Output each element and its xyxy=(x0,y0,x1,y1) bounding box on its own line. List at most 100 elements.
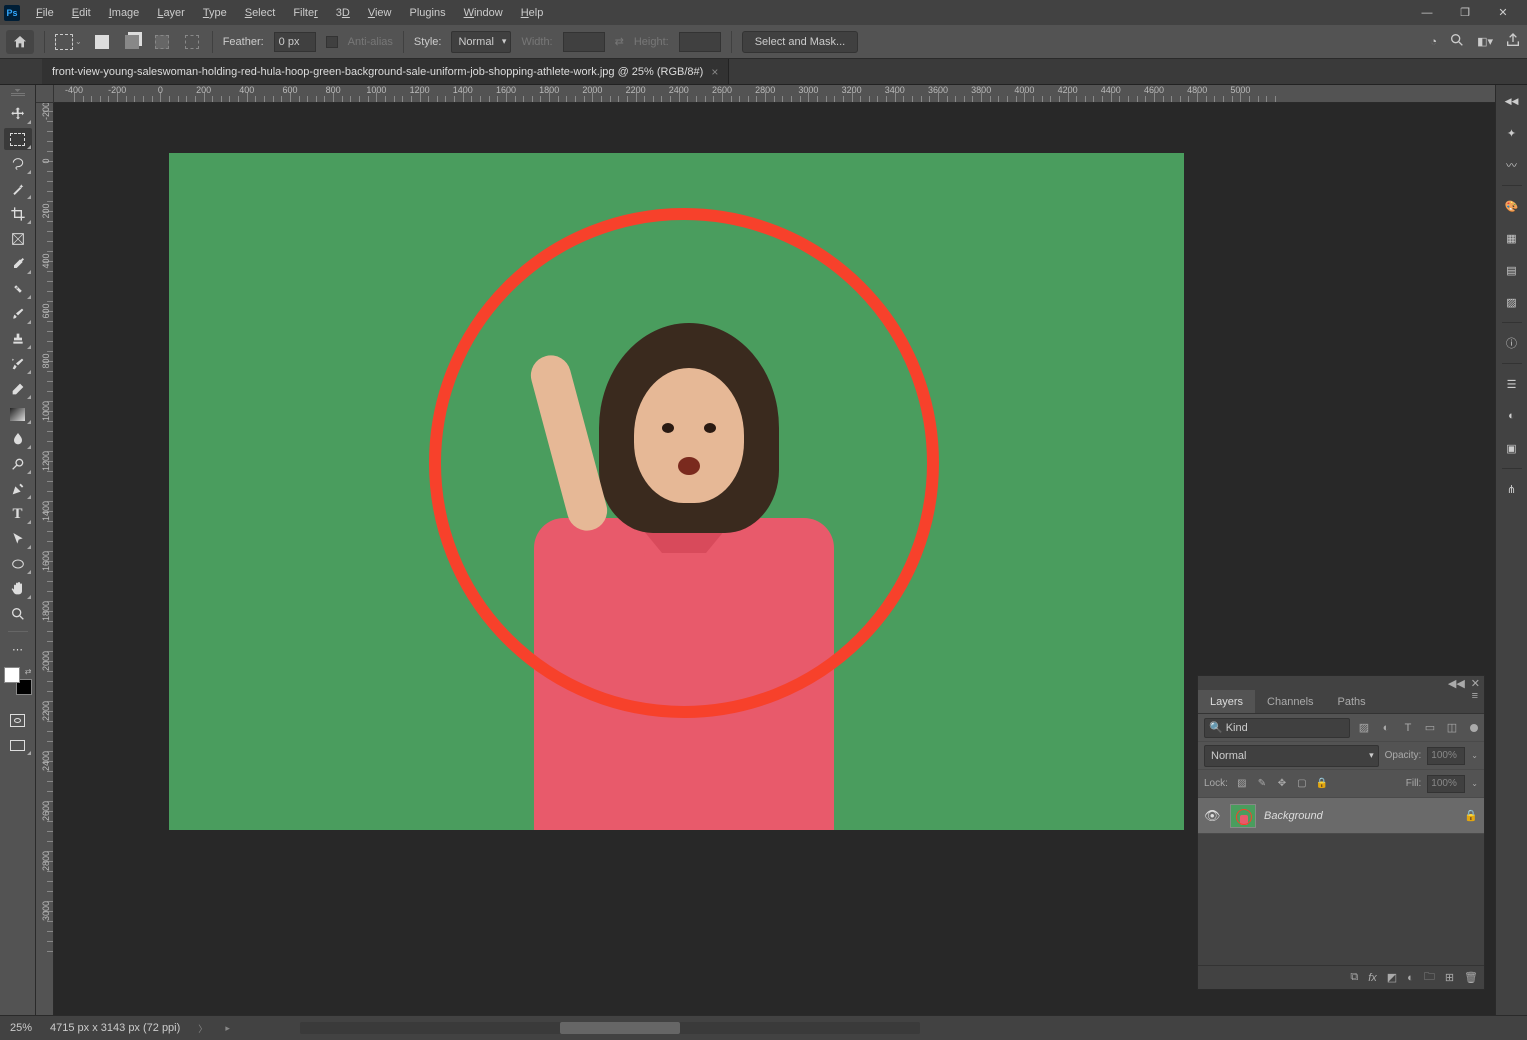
filter-kind-select[interactable]: 🔍 Kind xyxy=(1204,718,1350,738)
adjustment-layer-icon[interactable]: ◐ xyxy=(1407,972,1414,984)
new-selection-icon[interactable] xyxy=(92,32,112,52)
layer-row[interactable]: 👁 Background 🔒 xyxy=(1198,798,1484,834)
menu-type[interactable]: Type xyxy=(195,3,235,23)
vertical-ruler[interactable]: -200020040060080010001200140016001800200… xyxy=(36,103,54,1015)
filter-smart-icon[interactable]: ◫ xyxy=(1444,720,1460,736)
properties-panel-icon[interactable]: ☰ xyxy=(1500,372,1524,396)
blur-tool[interactable] xyxy=(4,428,32,450)
color-swatches[interactable]: ⇄ xyxy=(4,667,32,695)
close-button[interactable]: ✕ xyxy=(1493,3,1513,23)
dodge-tool[interactable] xyxy=(4,453,32,475)
quick-mask-icon[interactable] xyxy=(4,709,32,731)
document-canvas[interactable] xyxy=(169,153,1184,830)
fx-icon[interactable]: fx xyxy=(1368,972,1377,984)
gradient-tool[interactable] xyxy=(4,403,32,425)
panel-header[interactable]: ◀◀ ✕ xyxy=(1198,676,1484,690)
foreground-color[interactable] xyxy=(4,667,20,683)
group-icon[interactable]: 🗀 xyxy=(1424,968,1435,987)
frame-tool[interactable] xyxy=(4,228,32,250)
move-tool[interactable] xyxy=(4,103,32,125)
style-select[interactable]: Normal xyxy=(451,31,511,53)
blend-mode-select[interactable]: Normal xyxy=(1204,745,1379,767)
lock-transparent-icon[interactable]: ▨ xyxy=(1234,776,1250,792)
layer-thumbnail[interactable] xyxy=(1230,804,1256,828)
menu-view[interactable]: View xyxy=(360,3,400,23)
stamp-tool[interactable] xyxy=(4,328,32,350)
history-panel-icon[interactable]: ✦ xyxy=(1500,121,1524,145)
filter-type-icon[interactable]: T xyxy=(1400,720,1416,736)
patterns-panel-icon[interactable]: ▨ xyxy=(1500,290,1524,314)
screen-mode-icon[interactable] xyxy=(4,734,32,756)
eyedropper-tool[interactable] xyxy=(4,253,32,275)
panel-menu-icon[interactable]: ≡ xyxy=(1466,690,1484,713)
ruler-origin[interactable] xyxy=(36,85,54,103)
gradients-panel-icon[interactable]: ▤ xyxy=(1500,258,1524,282)
subtract-selection-icon[interactable] xyxy=(152,32,172,52)
scrollbar-thumb[interactable] xyxy=(560,1022,680,1034)
zoom-level[interactable]: 25% xyxy=(10,1022,32,1034)
lock-position-icon[interactable]: ✥ xyxy=(1274,776,1290,792)
toolbar-grip[interactable] xyxy=(4,89,32,97)
zoom-tool[interactable] xyxy=(4,603,32,625)
close-panel-icon[interactable]: ✕ xyxy=(1471,677,1480,690)
edit-toolbar-button[interactable]: ⋯ xyxy=(4,638,32,660)
share-icon[interactable] xyxy=(1505,32,1521,51)
tab-paths[interactable]: Paths xyxy=(1326,690,1378,713)
libraries-panel-icon[interactable]: ▣ xyxy=(1500,436,1524,460)
menu-file[interactable]: File xyxy=(28,3,62,23)
fill-input[interactable]: 100% xyxy=(1427,775,1465,793)
close-tab-icon[interactable]: × xyxy=(711,65,718,79)
status-menu-icon[interactable]: 〉 xyxy=(198,1022,207,1035)
hand-tool[interactable] xyxy=(4,578,32,600)
document-dimensions[interactable]: 4715 px x 3143 px (72 ppi) xyxy=(50,1022,180,1034)
search-icon[interactable] xyxy=(1449,32,1465,51)
lock-pixels-icon[interactable]: ✎ xyxy=(1254,776,1270,792)
menu-image[interactable]: Image xyxy=(101,3,148,23)
comments-panel-icon[interactable]: ⋔ xyxy=(1500,477,1524,501)
color-panel-icon[interactable]: 🎨 xyxy=(1500,194,1524,218)
link-layers-icon[interactable]: ⧉ xyxy=(1350,971,1358,984)
mask-icon[interactable]: ◩ xyxy=(1387,971,1397,984)
tab-layers[interactable]: Layers xyxy=(1198,690,1255,713)
home-button[interactable] xyxy=(6,30,34,54)
menu-edit[interactable]: Edit xyxy=(64,3,99,23)
filter-shape-icon[interactable]: ▭ xyxy=(1422,720,1438,736)
shape-tool[interactable] xyxy=(4,553,32,575)
swatches-panel-icon[interactable]: ▦ xyxy=(1500,226,1524,250)
lock-artboard-icon[interactable]: ▢ xyxy=(1294,776,1310,792)
healing-tool[interactable] xyxy=(4,278,32,300)
info-panel-icon[interactable]: ⓘ xyxy=(1500,331,1524,355)
tab-channels[interactable]: Channels xyxy=(1255,690,1325,713)
maximize-button[interactable]: ❐ xyxy=(1455,3,1475,23)
layer-name[interactable]: Background xyxy=(1264,810,1456,822)
dropdown-arrow-icon[interactable]: ⌄ xyxy=(1471,751,1478,760)
dropdown-arrow-icon[interactable]: ⌄ xyxy=(1471,779,1478,788)
menu-window[interactable]: Window xyxy=(456,3,511,23)
tool-preset-picker[interactable]: ⌄ xyxy=(55,34,82,50)
collapse-icon[interactable]: ◀◀ xyxy=(1500,89,1524,113)
layer-lock-icon[interactable]: 🔒 xyxy=(1464,809,1478,822)
filter-adjust-icon[interactable]: ◐ xyxy=(1378,720,1394,736)
menu-filter[interactable]: Filter xyxy=(285,3,325,23)
horizontal-scrollbar[interactable] xyxy=(300,1022,920,1034)
collapse-panel-icon[interactable]: ◀◀ xyxy=(1448,677,1465,690)
status-chevron-icon[interactable]: ▸ xyxy=(225,1023,230,1034)
menu-plugins[interactable]: Plugins xyxy=(402,3,454,23)
new-layer-icon[interactable]: ⊞ xyxy=(1445,971,1454,984)
menu-3d[interactable]: 3D xyxy=(328,3,358,23)
lasso-tool[interactable] xyxy=(4,153,32,175)
workspace-switcher-icon[interactable]: ◧▾ xyxy=(1477,35,1493,48)
history-brush-tool[interactable] xyxy=(4,353,32,375)
document-tab[interactable]: front-view-young-saleswoman-holding-red-… xyxy=(42,59,729,84)
pen-tool[interactable] xyxy=(4,478,32,500)
cloud-docs-icon[interactable]: ◔ xyxy=(1430,36,1437,48)
visibility-toggle-icon[interactable]: 👁 xyxy=(1204,808,1222,824)
opacity-input[interactable]: 100% xyxy=(1427,747,1465,765)
swap-colors-icon[interactable]: ⇄ xyxy=(25,667,32,676)
add-selection-icon[interactable] xyxy=(122,32,142,52)
lock-all-icon[interactable]: 🔒 xyxy=(1314,776,1330,792)
marquee-tool[interactable] xyxy=(4,128,32,150)
filter-pixel-icon[interactable]: ▨ xyxy=(1356,720,1372,736)
menu-help[interactable]: Help xyxy=(513,3,552,23)
type-tool[interactable]: T xyxy=(4,503,32,525)
